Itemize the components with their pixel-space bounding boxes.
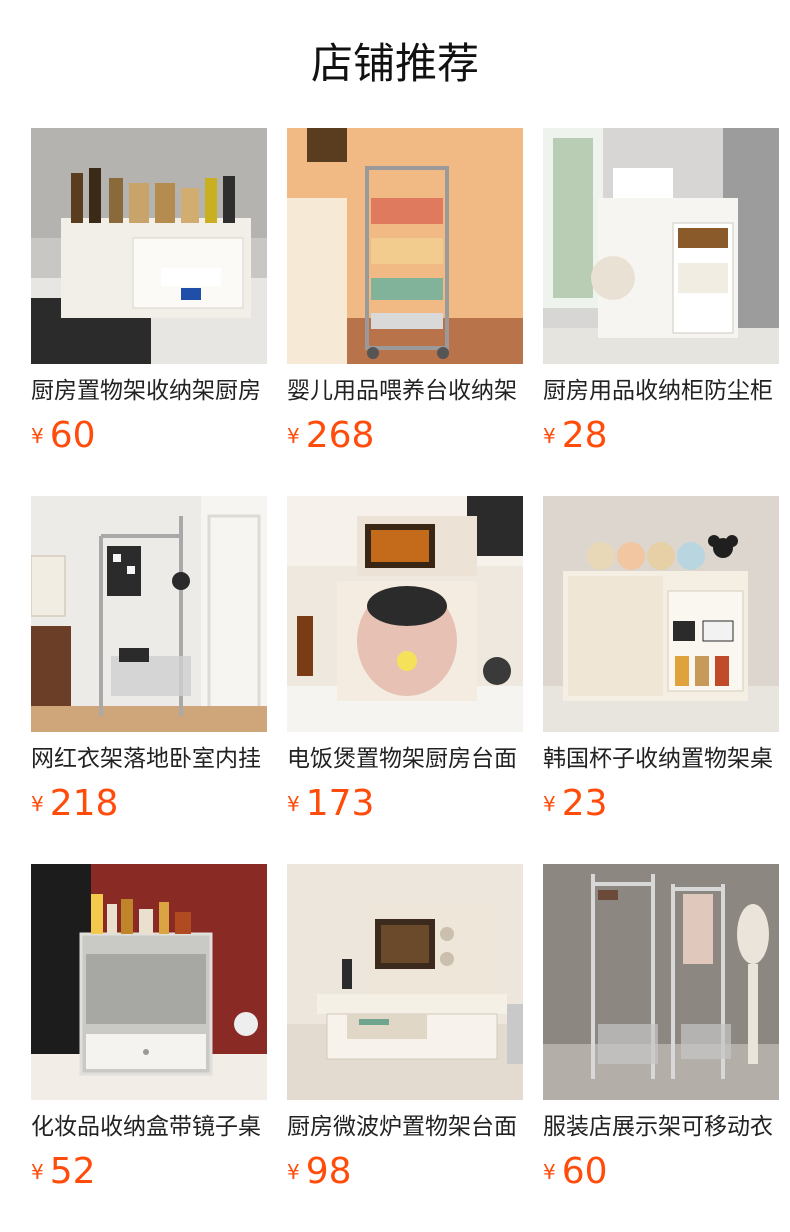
product-price: ¥23 [543,782,608,826]
section-title: 店铺推荐 [310,39,479,88]
cosmetic-box-image [31,864,267,1100]
product-name[interactable]: 服装店展示架可移动衣 [543,1110,779,1144]
kitchen-rack-image [31,128,267,364]
product-price: ¥60 [543,1150,608,1194]
product-price: ¥28 [543,414,608,458]
product-image[interactable] [31,128,267,364]
currency-symbol: ¥ [543,424,556,448]
product-image[interactable] [31,864,267,1100]
product-price: ¥218 [31,782,118,826]
product-image[interactable] [287,128,523,364]
product-grid: 厨房置物架收纳架厨房 ¥60 婴儿用品喂养台收纳架 ¥268 厨房用品收纳柜防尘… [31,128,780,1228]
price-value: 60 [561,1151,608,1192]
currency-symbol: ¥ [543,792,556,816]
product-name[interactable]: 电饭煲置物架厨房台面 [287,742,523,776]
currency-symbol: ¥ [543,1160,556,1184]
product-price: ¥173 [287,782,374,826]
currency-symbol: ¥ [31,424,44,448]
product-price: ¥52 [31,1150,96,1194]
currency-symbol: ¥ [31,792,44,816]
product-image[interactable] [287,864,523,1100]
rice-cooker-rack-image [287,496,523,732]
product-name[interactable]: 婴儿用品喂养台收纳架 [287,374,523,408]
price-value: 52 [49,1151,96,1192]
product-price: ¥98 [287,1150,352,1194]
product-price: ¥60 [31,414,96,458]
product-image[interactable] [543,864,779,1100]
price-value: 28 [561,415,608,456]
baby-cart-image [287,128,523,364]
price-value: 60 [49,415,96,456]
product-name[interactable]: 网红衣架落地卧室内挂 [31,742,267,776]
product-image[interactable] [543,128,779,364]
product-image[interactable] [543,496,779,732]
price-value: 218 [49,783,119,824]
garment-rack-image [543,864,779,1100]
product-name[interactable]: 厨房置物架收纳架厨房 [31,374,267,408]
product-price: ¥268 [287,414,374,458]
product-image[interactable] [287,496,523,732]
product-name[interactable]: 厨房用品收纳柜防尘柜 [543,374,779,408]
cup-shelf-image [543,496,779,732]
currency-symbol: ¥ [287,424,300,448]
microwave-rack-image [287,864,523,1100]
currency-symbol: ¥ [287,1160,300,1184]
product-name[interactable]: 韩国杯子收纳置物架桌 [543,742,779,776]
price-value: 23 [561,783,608,824]
price-value: 268 [305,415,375,456]
clothes-rack-image [31,496,267,732]
price-value: 98 [305,1151,352,1192]
currency-symbol: ¥ [31,1160,44,1184]
currency-symbol: ¥ [287,792,300,816]
price-value: 173 [305,783,375,824]
product-name[interactable]: 化妆品收纳盒带镜子桌 [31,1110,267,1144]
kitchen-cabinet-image [543,128,779,364]
product-image[interactable] [31,496,267,732]
product-name[interactable]: 厨房微波炉置物架台面 [287,1110,523,1144]
